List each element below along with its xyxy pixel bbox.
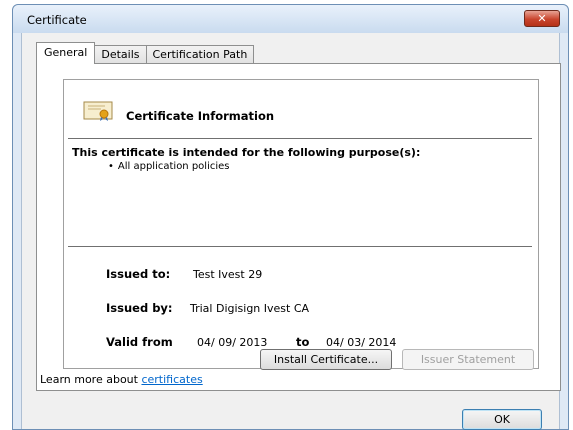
dialog-client-area: General Details Certification Path Certi… — [21, 33, 561, 430]
issued-to-label: Issued to: — [106, 267, 171, 281]
certificate-info-title: Certificate Information — [126, 109, 275, 123]
certificate-info-box: Certificate Information This certificate… — [63, 79, 539, 369]
valid-from-label: Valid from — [106, 335, 173, 349]
learn-more-text: Learn more about certificates — [40, 373, 203, 386]
tab-general[interactable]: General — [36, 42, 96, 64]
certificates-link[interactable]: certificates — [141, 373, 202, 386]
tab-details[interactable]: Details — [94, 45, 147, 64]
certificate-dialog: Certificate ✕ General Details Certificat… — [12, 4, 569, 430]
issued-by-label: Issued by: — [106, 301, 173, 315]
title-bar[interactable]: Certificate ✕ — [13, 5, 568, 33]
issued-by-value: Trial Digisign Ivest CA — [190, 302, 310, 315]
close-icon: ✕ — [537, 12, 547, 25]
ok-button[interactable]: OK — [462, 409, 542, 430]
valid-to-value: 04/ 03/ 2014 — [326, 336, 397, 349]
close-button[interactable]: ✕ — [524, 10, 560, 27]
window-title: Certificate — [27, 13, 87, 27]
learn-more-prefix: Learn more about — [40, 373, 138, 386]
tab-certification-path[interactable]: Certification Path — [145, 45, 255, 64]
install-certificate-button[interactable]: Install Certificate... — [260, 349, 392, 370]
tab-strip: General Details Certification Path — [36, 42, 255, 64]
details-divider — [68, 246, 532, 247]
valid-from-value: 04/ 09/ 2013 — [197, 336, 268, 349]
issued-to-value: Test Ivest 29 — [193, 268, 263, 281]
header-divider — [68, 138, 532, 139]
valid-to-label: to — [296, 335, 310, 349]
issuer-statement-button[interactable]: Issuer Statement — [402, 349, 534, 370]
purpose-item: All application policies — [108, 161, 230, 172]
certificate-icon — [83, 101, 113, 121]
purpose-heading: This certificate is intended for the fol… — [72, 146, 421, 159]
